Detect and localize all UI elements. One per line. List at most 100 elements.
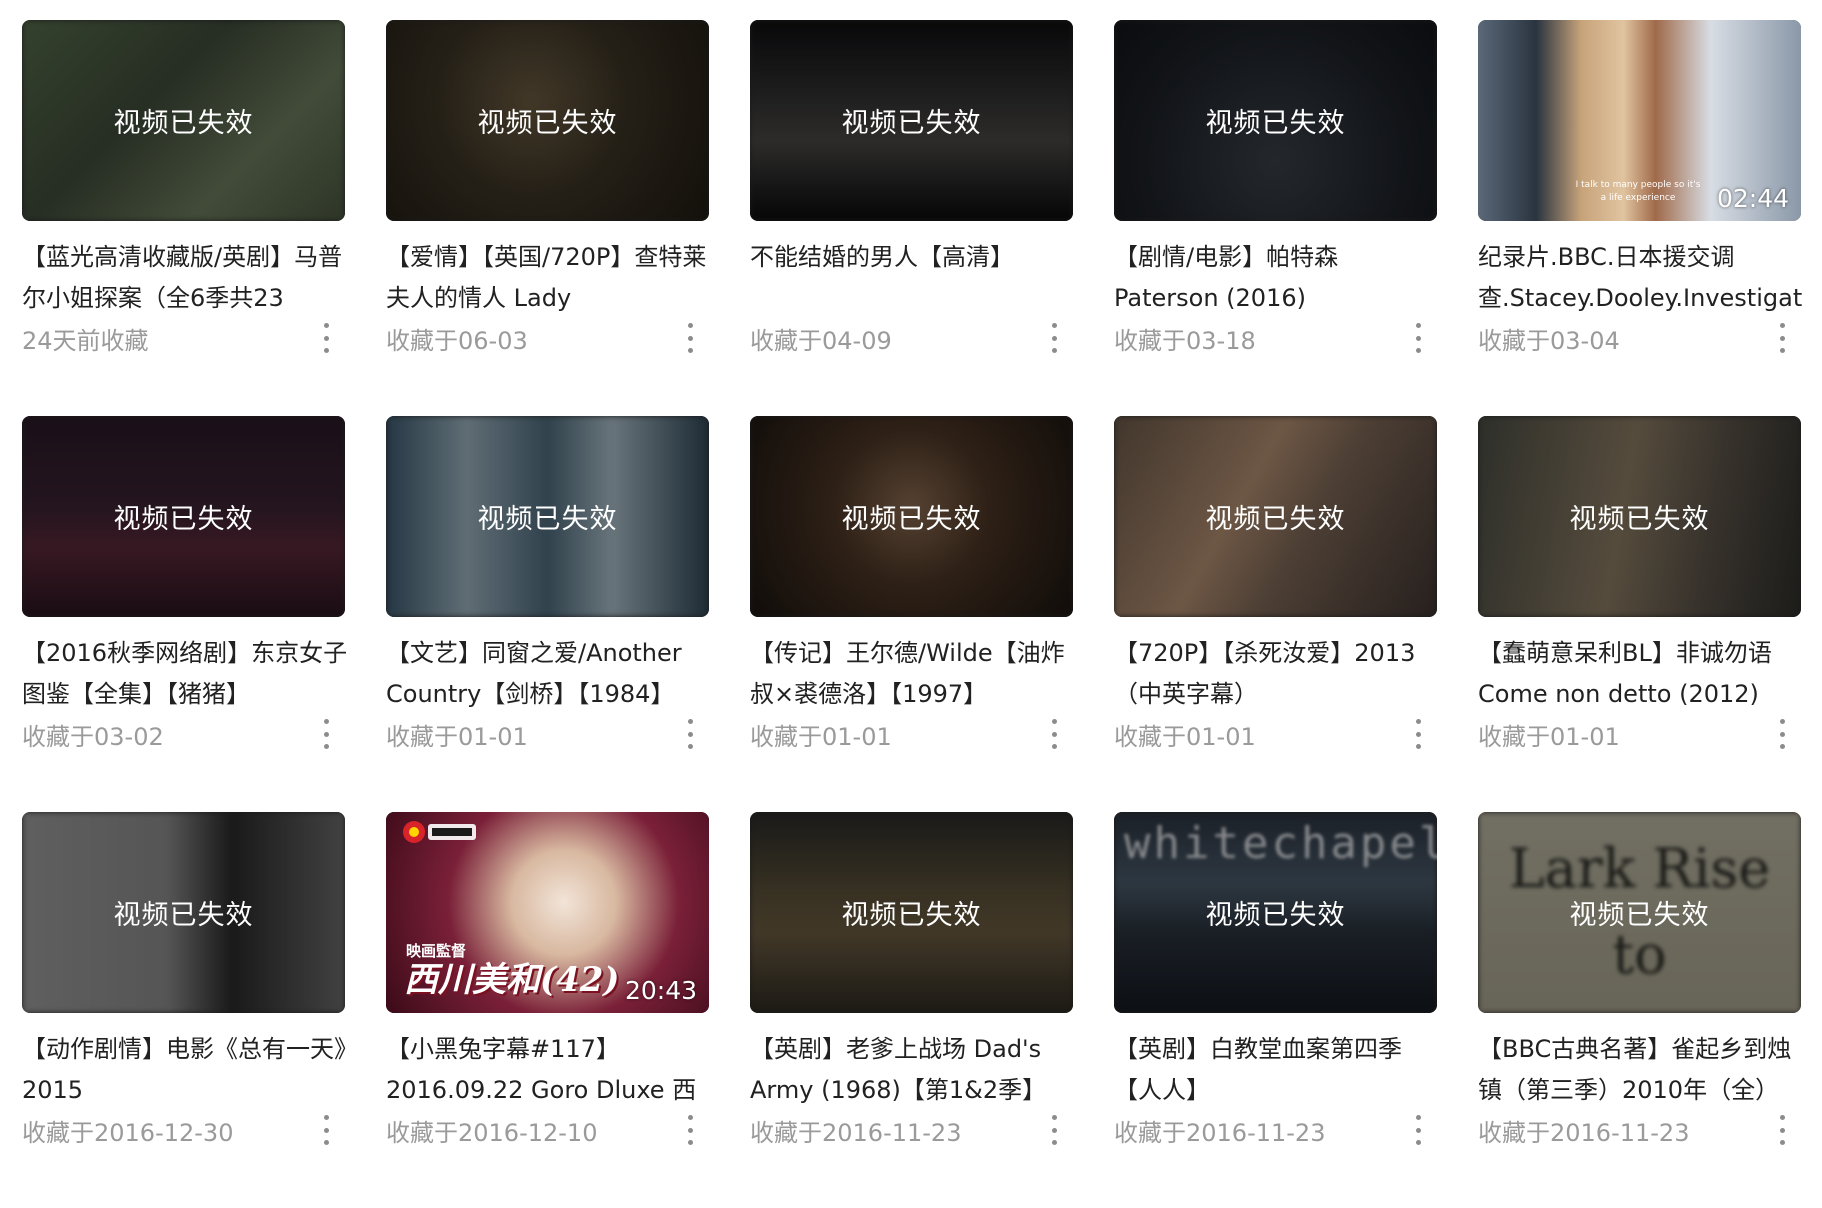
more-options-icon[interactable] — [1411, 323, 1425, 353]
video-card[interactable]: 视频已失效 【蓝光高清收藏版/英剧】马普尔小姐探案（全6季共23 24天前收藏 — [22, 20, 345, 416]
more-options-icon[interactable] — [1047, 323, 1061, 353]
video-card[interactable]: 视频已失效 【文艺】同窗之爱/Another Country【剑桥】【1984】收… — [386, 416, 709, 812]
more-dot — [687, 719, 693, 724]
video-title[interactable]: 【720P】【杀死汝爱】2013（中英字幕） — [1114, 633, 1444, 715]
more-options-icon[interactable] — [683, 323, 697, 353]
more-dot — [1415, 744, 1421, 749]
more-dot — [687, 348, 693, 353]
more-options-icon[interactable] — [1047, 719, 1061, 749]
more-dot — [1415, 719, 1421, 724]
more-dot — [1415, 1140, 1421, 1145]
video-thumbnail[interactable]: 视频已失效 — [22, 20, 345, 221]
more-dot — [1051, 323, 1057, 328]
favorite-date: 收藏于01-01 — [1478, 723, 1620, 751]
more-options-icon[interactable] — [1047, 1115, 1061, 1145]
more-dot — [1051, 1115, 1057, 1120]
more-options-icon[interactable] — [319, 1115, 333, 1145]
more-options-icon[interactable] — [683, 1115, 697, 1145]
favorite-date: 收藏于06-03 — [386, 327, 528, 355]
card-meta: 收藏于2016-11-23 — [1114, 1111, 1437, 1151]
video-thumbnail[interactable]: Lark Rise to Candleford视频已失效 — [1478, 812, 1801, 1013]
favorite-date: 收藏于03-04 — [1478, 327, 1620, 355]
video-card[interactable]: 视频已失效 【2016秋季网络剧】东京女子图鉴【全集】【猪猪】 收藏于03-02 — [22, 416, 347, 812]
more-options-icon[interactable] — [1411, 1115, 1425, 1145]
video-thumbnail[interactable]: 视频已失效 — [1478, 416, 1801, 617]
video-title[interactable]: 【英剧】老爹上战场 Dad's Army (1968)【第1&2季】 — [750, 1029, 1080, 1111]
more-dot — [323, 348, 329, 353]
more-dot — [323, 731, 329, 737]
more-options-icon[interactable] — [1775, 1115, 1789, 1145]
video-card[interactable]: 视频已失效 【英剧】老爹上战场 Dad's Army (1968)【第1&2季】收… — [750, 812, 1073, 1208]
video-thumbnail[interactable]: 视频已失效 — [750, 812, 1073, 1013]
video-card[interactable]: 视频已失效 【720P】【杀死汝爱】2013（中英字幕） 收藏于01-01 — [1114, 416, 1437, 812]
more-dot — [1415, 731, 1421, 737]
video-title[interactable]: 【2016秋季网络剧】东京女子图鉴【全集】【猪猪】 — [22, 633, 352, 715]
video-title[interactable]: 【爱情】【英国/720P】查特莱夫人的情人 Lady — [386, 237, 716, 319]
video-title[interactable]: 【文艺】同窗之爱/Another Country【剑桥】【1984】 — [386, 633, 716, 715]
video-title[interactable]: 【动作剧情】电影《总有一天》2015 — [22, 1029, 352, 1111]
video-thumbnail[interactable]: 映画監督 西川美和(42) 20:43 — [386, 812, 709, 1013]
video-invalid-label: 视频已失效 — [1569, 504, 1710, 535]
channel-logo-icon — [400, 818, 480, 846]
video-invalid-label: 视频已失效 — [1205, 108, 1346, 139]
more-options-icon[interactable] — [683, 719, 697, 749]
thumbnail-caption: 西川美和(42) — [404, 960, 620, 1000]
card-meta: 收藏于06-03 — [386, 319, 709, 359]
video-thumbnail[interactable]: 视频已失效 — [1114, 20, 1437, 221]
video-card[interactable]: 视频已失效 【蠢萌意呆利BL】非诚勿语 Come non detto (2012)… — [1478, 416, 1801, 812]
more-dot — [1051, 348, 1057, 353]
video-invalid-label: 视频已失效 — [841, 900, 982, 931]
video-thumbnail[interactable]: 视频已失效 — [386, 416, 709, 617]
more-dot — [1779, 1127, 1785, 1133]
video-card[interactable]: 视频已失效 【爱情】【英国/720P】查特莱夫人的情人 Lady 收藏于06-03 — [386, 20, 709, 416]
video-thumbnail[interactable]: 视频已失效 — [750, 20, 1073, 221]
card-meta: 收藏于01-01 — [1478, 715, 1801, 755]
video-card[interactable]: 视频已失效 【传记】王尔德/Wilde【油炸叔×裘德洛】【1997】 收藏于01-0… — [750, 416, 1073, 812]
video-thumbnail[interactable]: I talk to many people so it's a life exp… — [1478, 20, 1801, 221]
more-dot — [1779, 1140, 1785, 1145]
video-title[interactable]: 【BBC古典名著】雀起乡到烛镇（第三季）2010年（全） — [1478, 1029, 1808, 1111]
card-meta: 收藏于01-01 — [750, 715, 1073, 755]
video-card[interactable]: 映画監督 西川美和(42) 20:43 【小黑兔字幕#117】2016.09.22 G… — [386, 812, 709, 1208]
video-card[interactable]: I talk to many people so it's a life exp… — [1478, 20, 1802, 416]
video-thumbnail[interactable]: 视频已失效 — [750, 416, 1073, 617]
video-card[interactable]: 视频已失效 【剧情/电影】帕特森 Paterson (2016) 收藏于03-18 — [1114, 20, 1437, 416]
favorite-date: 收藏于01-01 — [386, 723, 528, 751]
video-invalid-label: 视频已失效 — [841, 504, 982, 535]
more-dot — [1415, 1115, 1421, 1120]
more-options-icon[interactable] — [1411, 719, 1425, 749]
card-meta: 收藏于04-09 — [750, 319, 1073, 359]
card-meta: 收藏于01-01 — [386, 715, 709, 755]
more-dot — [1779, 731, 1785, 737]
video-title[interactable]: 【蓝光高清收藏版/英剧】马普尔小姐探案（全6季共23 — [22, 237, 352, 319]
video-title[interactable]: 【剧情/电影】帕特森 Paterson (2016) — [1114, 237, 1444, 319]
more-dot — [1779, 744, 1785, 749]
card-meta: 收藏于01-01 — [1114, 715, 1437, 755]
video-title[interactable]: 不能结婚的男人【高清】 — [750, 237, 1080, 319]
video-card[interactable]: 视频已失效 不能结婚的男人【高清】 收藏于04-09 — [750, 20, 1073, 416]
video-title[interactable]: 【蠢萌意呆利BL】非诚勿语 Come non detto (2012) — [1478, 633, 1808, 715]
more-options-icon[interactable] — [1775, 323, 1789, 353]
video-thumbnail[interactable]: 视频已失效 — [22, 416, 345, 617]
video-title[interactable]: 【传记】王尔德/Wilde【油炸叔×裘德洛】【1997】 — [750, 633, 1080, 715]
video-thumbnail[interactable]: 视频已失效 — [22, 812, 345, 1013]
more-options-icon[interactable] — [319, 719, 333, 749]
more-dot — [687, 744, 693, 749]
more-options-icon[interactable] — [1775, 719, 1789, 749]
video-card[interactable]: whitechapel 视频已失效 【英剧】白教堂血案第四季【人人】 收藏于2016-… — [1114, 812, 1437, 1208]
video-thumbnail[interactable]: 视频已失效 — [1114, 416, 1437, 617]
favorite-date: 收藏于2016-12-30 — [22, 1119, 234, 1147]
video-card[interactable]: 视频已失效 【动作剧情】电影《总有一天》2015 收藏于2016-12-30 — [22, 812, 346, 1208]
video-title[interactable]: 纪录片.BBC.日本援交调查.Stacey.Dooley.Investigat — [1478, 237, 1808, 319]
more-dot — [687, 731, 693, 737]
video-invalid-label: 视频已失效 — [841, 108, 982, 139]
video-card[interactable]: Lark Rise to Candleford视频已失效【BBC古典名著】雀起乡… — [1478, 812, 1801, 1208]
more-options-icon[interactable] — [319, 323, 333, 353]
video-title[interactable]: 【小黑兔字幕#117】2016.09.22 Goro Dluxe 西 — [386, 1029, 716, 1111]
video-title[interactable]: 【英剧】白教堂血案第四季【人人】 — [1114, 1029, 1444, 1111]
favorite-date: 收藏于04-09 — [750, 327, 892, 355]
video-thumbnail[interactable]: 视频已失效 — [386, 20, 709, 221]
more-dot — [1779, 323, 1785, 328]
more-dot — [1051, 744, 1057, 749]
video-thumbnail[interactable]: whitechapel 视频已失效 — [1114, 812, 1437, 1013]
